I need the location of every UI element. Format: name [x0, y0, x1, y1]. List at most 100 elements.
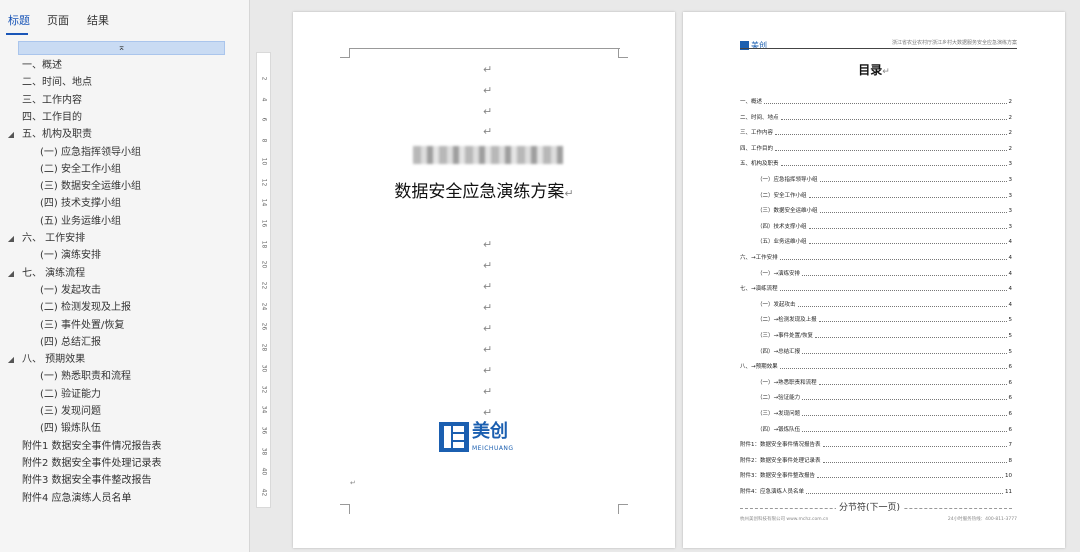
toc-entry-label: （三）数据安全运维小组 — [757, 208, 818, 215]
heading-item[interactable]: (二) 验证能力 — [40, 387, 101, 403]
vertical-ruler[interactable]: 2 4 6 8 10 12 14 16 18 20 22 24 26 28 30 32 34 36 38 40 42 — [256, 52, 271, 508]
toc-page-number: 6 — [1008, 395, 1013, 402]
crop-mark — [618, 48, 628, 58]
toc-entry-label: 附件1：数据安全事件情况报告表 — [740, 442, 821, 449]
heading-item[interactable]: 三、工作内容 — [22, 93, 82, 109]
toc-entry[interactable]: 二、时间、地点 2 — [740, 113, 1012, 123]
toc-entry[interactable]: （五）业务运维小组 4 — [757, 237, 1012, 247]
toc-entry[interactable]: （一）发起攻击 4 — [757, 300, 1012, 310]
heading-item[interactable]: (二) 安全工作小组 — [40, 162, 121, 178]
toc-entry[interactable]: 四、工作目的 2 — [740, 144, 1012, 154]
ruler-number: 22 — [260, 281, 268, 290]
ruler-number: 26 — [260, 323, 268, 331]
toc-page-number: 2 — [1008, 145, 1013, 152]
heading-item[interactable]: (三) 数据安全运维小组 — [40, 179, 141, 195]
expand-arrow-icon[interactable]: ◢ — [6, 266, 16, 282]
toc-entry[interactable]: （三）数据安全运维小组 3 — [757, 206, 1012, 216]
document-page-1[interactable]: ↵ ↵ ↵ ↵ ↵ ↵ ↵ ↵ ↵ ↵ ↵ ↵ ↵ ↵ 数据安全应急演练方案↵ 美创 MEICHUANG — [293, 12, 675, 548]
toc-leader-dots — [818, 315, 1007, 323]
toc-leader-dots — [819, 175, 1007, 182]
heading-item[interactable]: (三) 事件处置/恢复 — [40, 318, 124, 334]
heading-item[interactable]: 附件4 应急演练人员名单 — [22, 491, 132, 507]
toc-entry[interactable]: （三）→事件处置/恢复 5 — [757, 331, 1012, 341]
paragraph-mark: ↵ — [350, 479, 356, 487]
toc-page-number: 10 — [1005, 473, 1012, 480]
heading-item[interactable]: 附件1 数据安全事件情况报告表 — [22, 439, 162, 455]
toc-entry[interactable]: （二）→验证能力 6 — [757, 393, 1012, 403]
heading-item[interactable]: 八、 预期效果 — [22, 352, 85, 368]
ruler-number: 42 — [260, 488, 268, 497]
toc-entry[interactable]: 附件2：数据安全事件处理记录表 8 — [740, 456, 1012, 466]
heading-item[interactable]: (一) 发起攻击 — [40, 283, 101, 299]
heading-item[interactable]: 一、概述 — [22, 58, 62, 74]
toc-entry-label: 七、→演练流程 — [740, 286, 778, 293]
heading-item[interactable]: (五) 业务运维小组 — [40, 214, 121, 230]
heading-item[interactable]: (二) 检测发现及上报 — [40, 300, 131, 316]
toc-entry-label: （二）→检测发现及上报 — [757, 317, 817, 324]
collapse-all-button[interactable]: ⌅ — [18, 41, 225, 55]
heading-item[interactable]: 附件3 数据安全事件整改报告 — [22, 473, 152, 489]
heading-item[interactable]: 附件2 数据安全事件处理记录表 — [22, 456, 162, 472]
paragraph-mark: ↵ — [483, 364, 493, 377]
toc-entry[interactable]: 附件1：数据安全事件情况报告表 7 — [740, 440, 1012, 450]
expand-arrow-icon[interactable]: ◢ — [6, 127, 16, 143]
section-break[interactable]: 分节符(下一页) — [740, 503, 1012, 513]
heading-item[interactable]: 二、时间、地点 — [22, 75, 92, 91]
heading-item[interactable]: (四) 总结汇报 — [40, 335, 101, 351]
ruler-number: 36 — [260, 426, 268, 435]
toc-entry[interactable]: （四）技术支撑小组 3 — [757, 222, 1012, 232]
collapse-icon: ⌅ — [117, 42, 126, 53]
toc-leader-dots — [814, 331, 1007, 338]
heading-item[interactable]: 七、 演练流程 — [22, 266, 85, 282]
toc-entry-label: 八、→预期效果 — [740, 364, 778, 371]
heading-item[interactable]: 六、 工作安排 — [22, 231, 85, 247]
toc-entry[interactable]: （二）→检测发现及上报 5 — [757, 315, 1012, 325]
heading-item[interactable]: (一) 演练安排 — [40, 248, 101, 264]
toc-entry[interactable]: （四）→总结汇报 5 — [757, 347, 1012, 357]
heading-item[interactable]: (一) 应急指挥领导小组 — [40, 145, 141, 161]
toc-entry[interactable]: 一、概述 2 — [740, 97, 1012, 107]
paragraph-mark: ↵ — [483, 406, 493, 419]
toc-entry[interactable]: （四）→锻炼队伍 6 — [757, 425, 1012, 435]
toc-entry[interactable]: 八、→预期效果 6 — [740, 362, 1012, 372]
toc-entry[interactable]: （二）安全工作小组 3 — [757, 191, 1012, 201]
toc-entry-label: （四）→锻炼队伍 — [757, 426, 801, 433]
toc-leader-dots — [802, 409, 1007, 416]
tab-results[interactable]: 结果 — [87, 12, 109, 28]
logo-subtitle: MEICHUANG — [472, 445, 514, 452]
heading-item[interactable]: (四) 技术支撑小组 — [40, 196, 121, 212]
tab-headings[interactable]: 标题 — [8, 12, 30, 28]
document-title[interactable]: 数据安全应急演练方案↵ — [293, 177, 675, 202]
toc-entry-label: （一）→熟悉职责和流程 — [757, 379, 817, 386]
toc-entry[interactable]: （一）→熟悉职责和流程 6 — [757, 378, 1012, 388]
toc-entry[interactable]: 附件3：数据安全事件整改报告 10 — [740, 471, 1012, 481]
toc-leader-dots — [819, 206, 1007, 214]
toc-entry[interactable]: 附件4：应急演练人员名单 11 — [740, 487, 1012, 497]
toc-entry-label: 附件3：数据安全事件整改报告 — [740, 473, 816, 480]
tab-pages[interactable]: 页面 — [47, 12, 69, 28]
expand-arrow-icon[interactable]: ◢ — [6, 231, 16, 247]
toc-entry[interactable]: 七、→演练流程 4 — [740, 284, 1012, 294]
heading-item[interactable]: 四、工作目的 — [22, 110, 82, 126]
heading-item[interactable]: (一) 熟悉职责和流程 — [40, 369, 131, 385]
toc-entry[interactable]: （一）→演练安排 4 — [757, 269, 1012, 279]
heading-item[interactable]: (三) 发现问题 — [40, 404, 101, 420]
toc-leader-dots — [808, 237, 1007, 245]
toc-leader-dots — [802, 425, 1007, 432]
heading-item[interactable]: 五、机构及职责 — [22, 127, 92, 143]
toc-entry[interactable]: 三、工作内容 2 — [740, 128, 1012, 138]
toc-entry[interactable]: 五、机构及职责 3 — [740, 159, 1012, 169]
toc-page-number: 8 — [1008, 457, 1013, 464]
toc-leader-dots — [775, 144, 1007, 151]
toc-entry[interactable]: 六、→工作安排 4 — [740, 253, 1012, 263]
toc-entry-label: 附件2：数据安全事件处理记录表 — [740, 457, 821, 464]
header-line — [350, 48, 620, 49]
document-page-2[interactable]: 美创 浙江省农业农村厅浙江乡村大数据服务安全应急演练方案 目录↵ 一、概述 2 二、… — [683, 12, 1065, 548]
toc-title[interactable]: 目录↵ — [683, 61, 1065, 78]
toc-entry[interactable]: （三）→发现问题 6 — [757, 409, 1012, 419]
toc-entry[interactable]: （一）应急指挥领导小组 3 — [757, 175, 1012, 185]
heading-item[interactable]: (四) 锻炼队伍 — [40, 421, 101, 437]
toc-page-number: 5 — [1008, 317, 1013, 324]
navigation-tabs: 标题 页面 结果 — [0, 0, 250, 38]
expand-arrow-icon[interactable]: ◢ — [6, 352, 16, 368]
